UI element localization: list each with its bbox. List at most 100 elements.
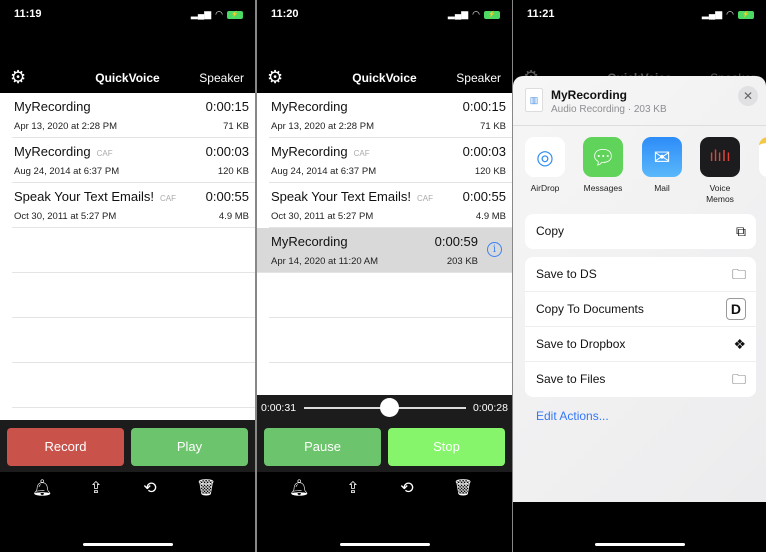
recording-size: 4.9 MB <box>218 211 249 222</box>
nav-bar: ⚙ QuickVoice Speaker <box>0 64 255 92</box>
recording-name: MyRecording <box>14 99 91 114</box>
recording-duration: 0:00:55 <box>205 189 249 204</box>
share-icon[interactable]: ⇪ <box>86 478 106 498</box>
share-subtitle: Audio Recording · 203 KB <box>551 104 667 115</box>
recording-name: MyRecording <box>14 144 91 159</box>
recording-duration: 0:00:03 <box>462 144 506 159</box>
action-label: Save to DS <box>536 267 597 281</box>
bell-icon[interactable]: 🔔︎ <box>32 478 52 498</box>
empty-row <box>12 273 255 318</box>
remaining-time: 0:00:28 <box>472 402 508 414</box>
recording-date: Apr 13, 2020 at 2:28 PM <box>14 121 117 132</box>
recording-date: Oct 30, 2011 at 5:27 PM <box>271 211 374 222</box>
share-icon[interactable]: ⇪ <box>343 478 363 498</box>
recording-name: MyRecording <box>271 234 348 249</box>
history-info-icon[interactable]: ⟲ <box>140 478 160 498</box>
empty-row <box>12 363 255 408</box>
action-copy-to-documents[interactable]: Copy To Documents D <box>525 292 756 327</box>
status-icons: ▂▄▆ ◠ ⚡ <box>448 9 500 20</box>
bell-icon[interactable]: 🔔︎ <box>289 478 309 498</box>
share-title: MyRecording <box>551 88 628 102</box>
wifi-icon: ◠ <box>472 9 480 19</box>
action-save-to-files[interactable]: Save to Files 🗀︎ <box>525 362 756 397</box>
action-copy[interactable]: Copy ⧉ <box>525 214 756 249</box>
empty-row <box>12 228 255 273</box>
stop-button[interactable]: Stop <box>388 428 505 466</box>
playback-slider: 0:00:31 0:00:28 <box>257 395 512 420</box>
status-time: 11:20 <box>271 8 299 20</box>
signal-icon: ▂▄▆ <box>447 9 469 19</box>
recording-size: 203 KB <box>446 256 478 267</box>
status-time: 11:19 <box>14 8 42 20</box>
app-airdrop[interactable]: ◎ AirDrop <box>523 137 567 194</box>
list-item[interactable]: MyRecording CAF 0:00:03 Aug 24, 2014 at 6:3… <box>12 138 255 183</box>
app-mail[interactable]: ✉ Mail <box>640 137 684 194</box>
list-item[interactable]: MyRecording CAF 0:00:03 Aug 24, 2014 at 6:3… <box>269 138 512 183</box>
voice-memos-icon: ılıIı <box>700 137 740 177</box>
recording-duration: 0:00:59 <box>434 234 478 249</box>
list-item[interactable]: Speak Your Text Emails! CAF 0:00:55 Oct 30,… <box>269 183 512 228</box>
recording-size: 120 KB <box>217 166 249 177</box>
pause-button[interactable]: Pause <box>264 428 381 466</box>
app-notes[interactable] <box>757 137 766 177</box>
elapsed-time: 0:00:31 <box>261 402 297 414</box>
record-button[interactable]: Record <box>7 428 124 466</box>
status-icons: ▂▄▆ ◠ ⚡ <box>702 9 754 20</box>
history-info-icon[interactable]: ⟲ <box>397 478 417 498</box>
edit-actions-link[interactable]: Edit Actions... <box>536 409 609 423</box>
recording-duration: 0:00:15 <box>462 99 506 114</box>
app-label: Mail <box>654 183 670 193</box>
toolbar: 🔔︎ ⇪ ⟲ 🗑︎ <box>0 472 255 512</box>
app-label: Messages <box>583 183 623 193</box>
action-save-to-ds[interactable]: Save to DS 🗀︎ <box>525 257 756 292</box>
folder-icon: 🗀︎ <box>732 371 746 387</box>
status-time: 11:21 <box>527 8 555 20</box>
trash-icon[interactable]: 🗑︎ <box>453 478 473 498</box>
empty-row <box>269 318 512 363</box>
list-item[interactable]: MyRecording 0:00:15 Apr 13, 2020 at 2:28 P… <box>269 93 512 138</box>
action-save-to-dropbox[interactable]: Save to Dropbox ❖ <box>525 327 756 362</box>
speaker-button[interactable]: Speaker <box>456 71 501 85</box>
recording-name: Speak Your Text Emails! <box>271 189 411 204</box>
action-group: Save to DS 🗀︎ Copy To Documents D Save to … <box>525 257 756 397</box>
recording-size: 120 KB <box>474 166 506 177</box>
recording-date: Apr 13, 2020 at 2:28 PM <box>271 121 374 132</box>
screen-idle: 11:19 ▂▄▆ ◠ ⚡ ⚙ QuickVoice Speaker MyRecor… <box>0 0 255 552</box>
info-icon[interactable]: i <box>487 242 502 257</box>
battery-icon: ⚡ <box>484 10 500 19</box>
dropbox-icon: ❖ <box>733 336 746 352</box>
close-icon[interactable]: ✕ <box>738 86 758 106</box>
wifi-icon: ◠ <box>215 9 223 19</box>
recording-date: Oct 30, 2011 at 5:27 PM <box>14 211 117 222</box>
signal-icon: ▂▄▆ <box>701 9 723 19</box>
empty-row <box>269 273 512 318</box>
list-item[interactable]: Speak Your Text Emails! CAF 0:00:55 Oct 30,… <box>12 183 255 228</box>
app-messages[interactable]: 💬︎ Messages <box>581 137 625 194</box>
app-voice-memos[interactable]: ılıIı Voice Memos <box>698 137 742 205</box>
app-label: AirDrop <box>530 183 560 193</box>
home-indicator <box>339 543 430 546</box>
recording-size: 71 KB <box>223 121 249 132</box>
share-header: ▥ MyRecording Audio Recording · 203 KB ✕ <box>513 76 766 126</box>
action-label: Save to Files <box>536 372 606 386</box>
play-button[interactable]: Play <box>131 428 248 466</box>
list-item[interactable]: MyRecording 0:00:15 Apr 13, 2020 at 2:28 P… <box>12 93 255 138</box>
format-badge: CAF <box>96 149 113 158</box>
screen-playing: 11:20 ▂▄▆ ◠ ⚡ ⚙ QuickVoice Speaker MyRecor… <box>257 0 512 552</box>
share-sheet: ▥ MyRecording Audio Recording · 203 KB ✕… <box>513 76 766 502</box>
speaker-button[interactable]: Speaker <box>199 71 244 85</box>
trash-icon[interactable]: 🗑︎ <box>196 478 216 498</box>
share-apps-row: ◎ AirDrop 💬︎ Messages ✉ Mail ılıIı Voice Mem… <box>525 137 766 212</box>
list-item-selected[interactable]: MyRecording 0:00:59 Apr 14, 2020 at 11:20 … <box>257 228 512 273</box>
action-label: Copy <box>536 224 565 238</box>
mail-icon: ✉ <box>642 137 682 177</box>
controls-bar: Pause Stop <box>257 420 512 472</box>
format-badge: CAF <box>353 149 370 158</box>
format-badge: CAF <box>416 194 433 203</box>
slider-thumb[interactable] <box>380 398 400 417</box>
folder-search-icon: 🗀︎ <box>732 266 746 282</box>
messages-icon: 💬︎ <box>583 137 623 177</box>
recording-duration: 0:00:03 <box>205 144 249 159</box>
wifi-icon: ◠ <box>726 9 734 19</box>
controls-bar: Record Play <box>0 420 255 472</box>
